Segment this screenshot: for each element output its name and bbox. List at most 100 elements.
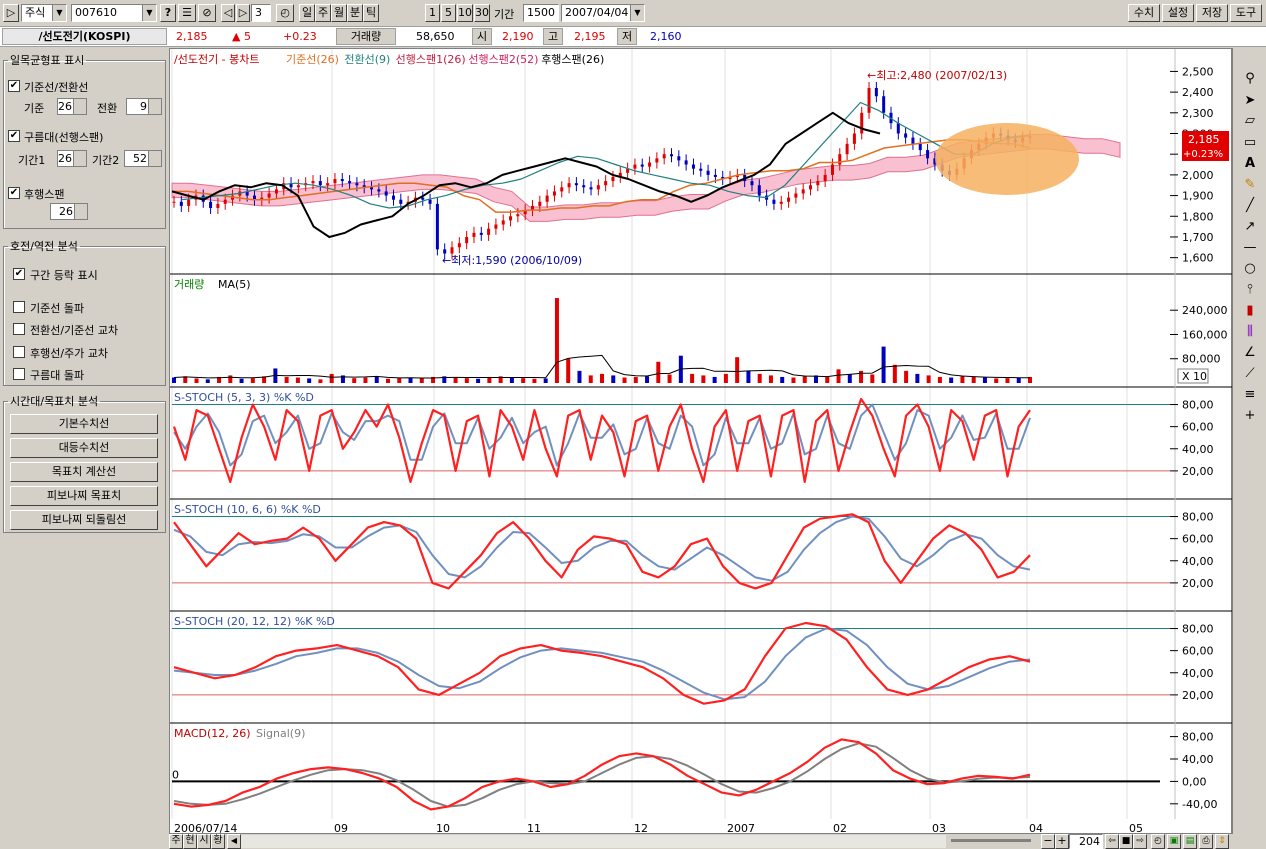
- cloud-checkbox[interactable]: ✔: [8, 130, 20, 142]
- horizontal-scrollbar[interactable]: [241, 835, 946, 848]
- conv-spinner[interactable]: 9: [126, 98, 162, 115]
- chevron-down-icon[interactable]: ▼: [630, 5, 644, 21]
- save-button[interactable]: 저장: [1196, 4, 1228, 22]
- clock-icon[interactable]: ◴: [276, 4, 294, 22]
- candle-body: [391, 195, 395, 200]
- lagging-label: 후행스팬: [24, 188, 65, 201]
- market-select[interactable]: 주식 ▼: [21, 4, 67, 22]
- date-input[interactable]: 2007/04/04 ▼: [561, 4, 645, 22]
- prev-icon[interactable]: ◁: [221, 4, 235, 22]
- base-spinner[interactable]: 26: [57, 98, 87, 115]
- zoom-in-icon[interactable]: +: [1055, 834, 1069, 849]
- list-icon[interactable]: ☰: [178, 4, 196, 22]
- period-tick-button[interactable]: 틱: [363, 4, 379, 22]
- interval-5-button[interactable]: 5: [441, 4, 456, 22]
- chevron-down-icon[interactable]: ▼: [52, 5, 66, 21]
- lagging-spinner[interactable]: 26: [50, 203, 88, 220]
- eraser-all-icon[interactable]: ▭: [1241, 134, 1259, 152]
- vertical-line-icon[interactable]: ⫯: [1241, 281, 1259, 299]
- fibo-target-button[interactable]: 피보나찌 목표치: [10, 486, 158, 506]
- pencil-icon[interactable]: ✎: [1241, 176, 1259, 194]
- count-input[interactable]: 3: [251, 4, 271, 22]
- arrow-line-icon[interactable]: ↗: [1241, 218, 1259, 236]
- code-input[interactable]: 007610 ▼: [71, 4, 157, 22]
- tab-status[interactable]: 황: [211, 834, 225, 849]
- conv-cross-checkbox[interactable]: [13, 323, 25, 335]
- interval-30-button[interactable]: 30: [474, 4, 490, 22]
- bottom-bar: 주 현 시 황 ◀ − + 204 ⇦ ■ ⇨ ◴ ▣ ▤ ⎙ ⇕: [169, 834, 1266, 849]
- candle-body: [852, 133, 856, 144]
- chart-svg[interactable]: 2,5002,4002,3002,2002,1002,0001,9001,800…: [170, 49, 1233, 835]
- plus-icon[interactable]: +: [1241, 407, 1259, 425]
- refresh-icon[interactable]: ◴: [1151, 834, 1165, 849]
- equal-number-button[interactable]: 대등수치선: [10, 438, 158, 458]
- link-icon[interactable]: ⊘: [198, 4, 216, 22]
- print-icon[interactable]: ⎙: [1199, 834, 1213, 849]
- base-conv-checkbox[interactable]: ✔: [8, 80, 20, 92]
- interval-1-button[interactable]: 1: [425, 4, 440, 22]
- bars-icon[interactable]: ⫼: [1241, 323, 1259, 341]
- period1-spinner[interactable]: 26: [57, 150, 87, 167]
- lagging-cross-checkbox[interactable]: [13, 346, 25, 358]
- chart-area[interactable]: 2,5002,4002,3002,2002,1002,0001,9001,800…: [169, 48, 1233, 835]
- save-icon[interactable]: ▤: [1183, 834, 1197, 849]
- tab-current[interactable]: 현: [183, 834, 197, 849]
- expand-icon[interactable]: ⇕: [1215, 834, 1229, 849]
- basic-number-button[interactable]: 기본수치선: [10, 414, 158, 434]
- chevron-down-icon[interactable]: ▼: [142, 5, 156, 21]
- range-checkbox[interactable]: ✔: [13, 268, 25, 280]
- fibo-retrace-button[interactable]: 피보나찌 되돌림선: [10, 510, 158, 530]
- play-icon[interactable]: ▷: [3, 4, 19, 22]
- next-icon[interactable]: ▷: [236, 4, 250, 22]
- lagging-cross-label: 후행선/주가 교차: [30, 347, 109, 360]
- candle-body: [509, 216, 513, 221]
- target-calc-button[interactable]: 목표치 계산선: [10, 462, 158, 482]
- stop-icon[interactable]: ■: [1119, 834, 1133, 849]
- zoom-out-icon[interactable]: −: [1041, 834, 1055, 849]
- period1-label: 기간1: [18, 154, 46, 167]
- values-button[interactable]: 수치: [1128, 4, 1160, 22]
- volume-bar: [577, 370, 582, 383]
- eraser-icon[interactable]: ▱: [1241, 112, 1259, 130]
- period-week-button[interactable]: 주: [315, 4, 331, 22]
- candle-icon[interactable]: ▮: [1241, 302, 1259, 320]
- period2-spinner[interactable]: 52: [124, 150, 162, 167]
- period-day-button[interactable]: 일: [299, 4, 315, 22]
- interval-10-button[interactable]: 10: [457, 4, 473, 22]
- circle-icon[interactable]: ○: [1241, 260, 1259, 278]
- tools-button[interactable]: 도구: [1230, 4, 1262, 22]
- period-month-button[interactable]: 월: [331, 4, 347, 22]
- line-icon[interactable]: ╱: [1241, 197, 1259, 215]
- excel-icon[interactable]: ▣: [1167, 834, 1181, 849]
- cursor-icon[interactable]: ➤: [1241, 92, 1259, 110]
- y-tick-label: 1,800: [1182, 210, 1214, 223]
- period-minute-button[interactable]: 분: [347, 4, 363, 22]
- settings-button[interactable]: 설정: [1162, 4, 1194, 22]
- pin-icon[interactable]: ⚲: [1241, 70, 1259, 88]
- text-icon[interactable]: A: [1241, 155, 1259, 173]
- tab-market[interactable]: 시: [197, 834, 211, 849]
- volume-bar: [757, 373, 762, 383]
- candle-body: [845, 143, 849, 155]
- time-target-title: 시간대/목표치 분석: [10, 395, 99, 408]
- candle-body: [552, 191, 556, 196]
- angle-icon[interactable]: ∠: [1241, 344, 1259, 362]
- tab-week[interactable]: 주: [169, 834, 183, 849]
- scroll-left-icon[interactable]: ◀: [227, 834, 241, 849]
- nav-left-icon[interactable]: ⇦: [1105, 834, 1119, 849]
- top-toolbar: ▷ 주식 ▼ 007610 ▼ ? ☰ ⊘ ◁ ▷ 3 ◴ 일 주 월 분 틱 1 …: [0, 0, 1266, 27]
- horizontal-line-icon[interactable]: —: [1241, 239, 1259, 257]
- zoom-input[interactable]: 204: [1069, 834, 1103, 849]
- nav-right-icon[interactable]: ⇨: [1133, 834, 1147, 849]
- help-icon[interactable]: ?: [160, 4, 176, 22]
- fibo-icon[interactable]: ≡: [1241, 386, 1259, 404]
- period-input[interactable]: 1500: [523, 4, 559, 22]
- lagging-checkbox[interactable]: ✔: [8, 187, 20, 199]
- trend-icon[interactable]: ⟋: [1241, 365, 1259, 383]
- y-tick-label: 20,00: [1182, 689, 1214, 702]
- candle-body: [677, 156, 681, 161]
- open-value: 2,190: [502, 30, 534, 43]
- zoom-slider[interactable]: [951, 839, 1031, 842]
- cloud-break-checkbox[interactable]: [13, 368, 25, 380]
- base-break-checkbox[interactable]: [13, 301, 25, 313]
